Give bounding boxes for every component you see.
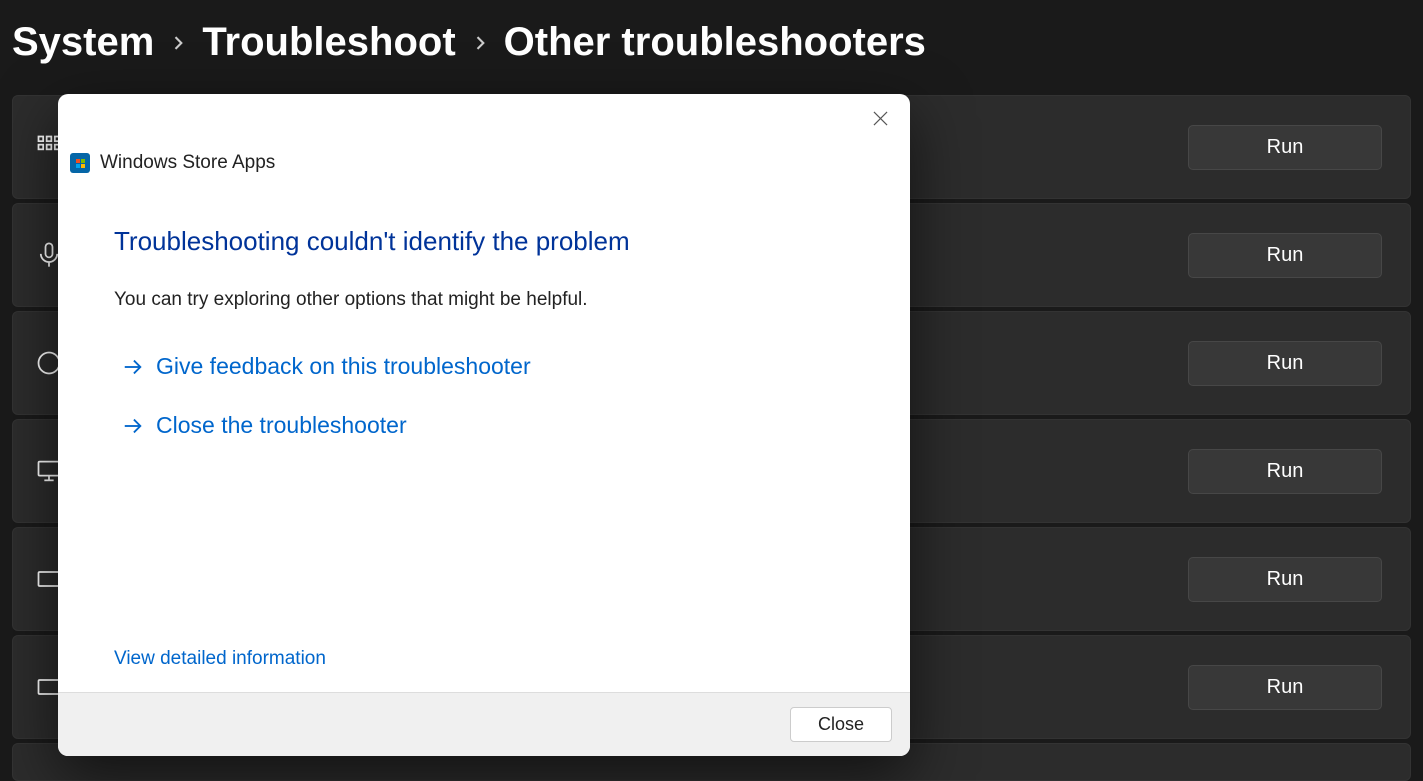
run-button[interactable]: Run	[1188, 557, 1382, 602]
breadcrumb-system[interactable]: System	[12, 20, 154, 65]
breadcrumb: System Troubleshoot Other troubleshooter…	[0, 0, 1423, 95]
run-button[interactable]: Run	[1188, 665, 1382, 710]
close-icon[interactable]	[872, 110, 888, 126]
close-troubleshooter-link[interactable]: Close the troubleshooter	[122, 412, 854, 439]
arrow-right-icon	[122, 356, 144, 378]
chevron-right-icon	[168, 33, 188, 59]
dialog-header: Windows Store Apps	[58, 94, 910, 174]
breadcrumb-troubleshoot[interactable]: Troubleshoot	[202, 20, 455, 65]
run-button[interactable]: Run	[1188, 341, 1382, 386]
action-label: Give feedback on this troubleshooter	[156, 353, 531, 380]
run-button[interactable]: Run	[1188, 233, 1382, 278]
chevron-right-icon	[470, 33, 490, 59]
breadcrumb-current: Other troubleshooters	[504, 20, 926, 65]
close-button[interactable]: Close	[790, 707, 892, 742]
troubleshooter-dialog: Windows Store Apps Troubleshooting could…	[58, 94, 910, 756]
run-button[interactable]: Run	[1188, 125, 1382, 170]
give-feedback-link[interactable]: Give feedback on this troubleshooter	[122, 353, 854, 380]
run-button[interactable]: Run	[1188, 449, 1382, 494]
dialog-title: Troubleshooting couldn't identify the pr…	[114, 226, 854, 257]
dialog-footer: Close	[58, 692, 910, 756]
windows-store-icon	[70, 153, 90, 173]
action-label: Close the troubleshooter	[156, 412, 407, 439]
view-detailed-info-link[interactable]: View detailed information	[114, 648, 326, 670]
dialog-app-name: Windows Store Apps	[100, 152, 275, 174]
dialog-subtext: You can try exploring other options that…	[114, 289, 854, 311]
arrow-right-icon	[122, 415, 144, 437]
dialog-body: Troubleshooting couldn't identify the pr…	[58, 174, 910, 692]
